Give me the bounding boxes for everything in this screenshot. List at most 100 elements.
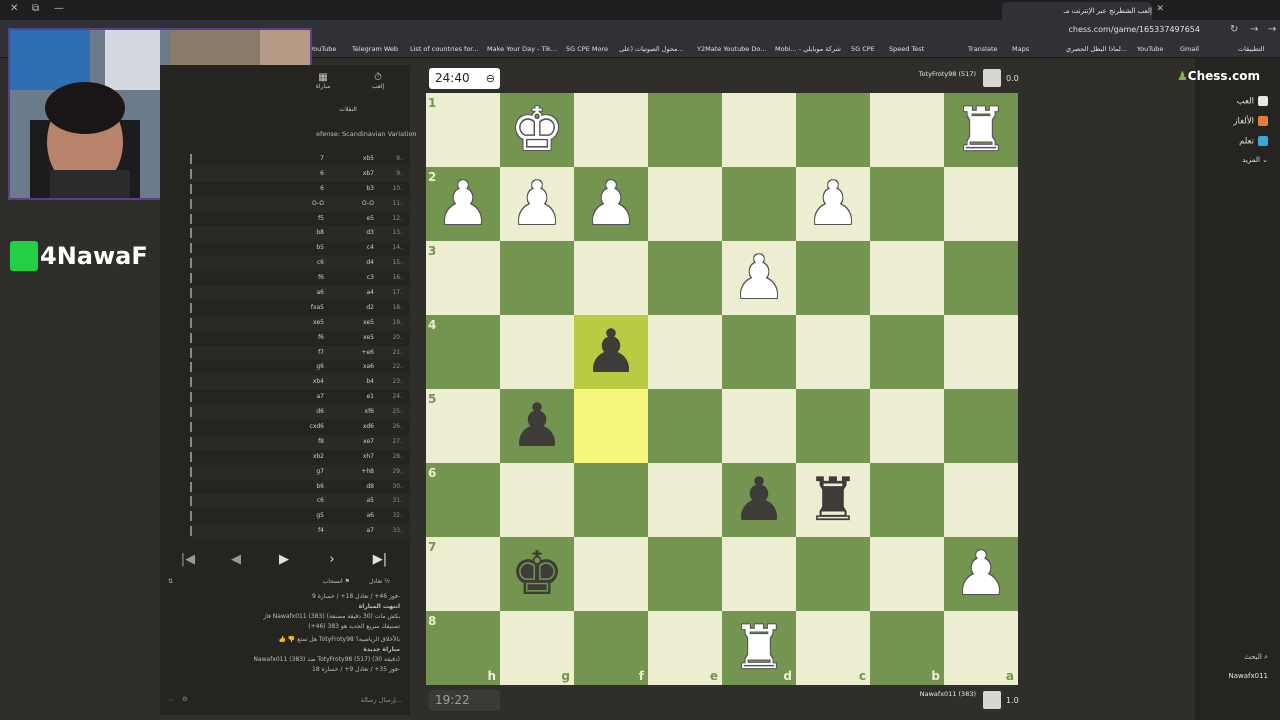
white-move[interactable]: xb7 (363, 170, 374, 177)
black-move[interactable]: b8 (316, 229, 324, 236)
prev-move-button[interactable]: ◀ (216, 552, 256, 567)
board-square[interactable] (574, 93, 648, 167)
white-move[interactable]: d2 (366, 304, 374, 311)
board-square[interactable] (944, 463, 1018, 537)
white-move[interactable]: xa6 (363, 363, 374, 370)
sidebar-search[interactable]: البحث ⌕ (1244, 653, 1268, 662)
white-rook-icon[interactable]: ♜ (722, 611, 796, 685)
board-square[interactable] (944, 315, 1018, 389)
forward-icon[interactable]: → (1250, 24, 1258, 35)
move-row[interactable]: 8. xb5 7 (190, 152, 410, 167)
board-square[interactable]: ♜ (796, 463, 870, 537)
sidebar-item-more[interactable]: المزيد ⌄ (1242, 156, 1268, 164)
board-square[interactable]: ♟ (944, 537, 1018, 611)
board-square[interactable] (796, 93, 870, 167)
tab-close-icon[interactable]: ✕ (1156, 4, 1164, 14)
board-square[interactable]: ♟ (500, 389, 574, 463)
white-pawn-icon[interactable]: ♟ (722, 241, 796, 315)
board-square[interactable]: 7 (426, 537, 500, 611)
bookmark-item[interactable]: Make Your Day - Tik... (487, 45, 557, 53)
chess-board[interactable]: 1 ♚ ♜ 2 ♟ ♟ ♟ ♟ 3 ♟ 4 ♟ 5 ♟ 6 ♟ ♜ 7 ♚ ♟ 8 h g f e d ♜ c b a (426, 93, 1018, 685)
board-square[interactable] (870, 167, 944, 241)
board-square[interactable]: e (648, 611, 722, 685)
player-name[interactable]: Nawafx011 (383) (920, 690, 976, 698)
white-move[interactable]: e1 (366, 393, 374, 400)
sidebar-user[interactable]: Nawafx011 (1228, 672, 1268, 680)
board-square[interactable] (500, 463, 574, 537)
white-move[interactable]: xe5 (363, 334, 374, 341)
move-row[interactable]: 16. c3 f6 (190, 271, 410, 286)
board-square[interactable] (648, 463, 722, 537)
move-row[interactable]: 18. d2 fxa5 (190, 301, 410, 316)
minimize-window-icon[interactable]: — (54, 3, 64, 14)
bookmark-item[interactable]: 5G CPE More (566, 45, 608, 53)
board-square[interactable] (500, 315, 574, 389)
bookmark-item[interactable]: محول الصوتيات (على... (619, 45, 684, 53)
move-row[interactable]: 31. a5 c6 (190, 494, 410, 510)
message-input[interactable]: ⋯ ⚙ إرسال رسالة... (160, 692, 410, 710)
opponent-avatar[interactable] (983, 69, 1001, 87)
board-square[interactable]: c (796, 611, 870, 685)
board-square[interactable] (796, 315, 870, 389)
black-move[interactable]: c6 (317, 259, 324, 266)
white-move[interactable]: +h8 (361, 468, 374, 475)
opponent-name[interactable]: TotyFroty98 (517) (919, 70, 976, 78)
move-row[interactable]: 27. xe7 f8 (190, 434, 410, 450)
black-pawn-icon[interactable]: ♟ (722, 463, 796, 537)
first-move-button[interactable]: |◀ (168, 552, 208, 567)
white-move[interactable]: b3 (366, 185, 374, 192)
back-icon[interactable]: → (1268, 24, 1276, 35)
board-square[interactable]: ♟ (722, 241, 796, 315)
play-button[interactable]: ▶ (264, 552, 304, 567)
board-square[interactable]: ♟ (722, 463, 796, 537)
board-square[interactable]: ♚ (500, 93, 574, 167)
move-row[interactable]: 23. b4 xb4 (190, 375, 410, 391)
white-move[interactable]: e5 (366, 215, 374, 222)
board-square[interactable] (722, 93, 796, 167)
board-square[interactable]: 6 (426, 463, 500, 537)
board-square[interactable] (648, 315, 722, 389)
black-pawn-icon[interactable]: ♟ (500, 389, 574, 463)
black-move[interactable]: f5 (318, 215, 324, 222)
bookmark-item[interactable]: لماذا البطل الحصري... (1066, 45, 1127, 53)
white-move[interactable]: a7 (367, 527, 375, 534)
board-square[interactable]: 8h (426, 611, 500, 685)
move-row[interactable]: 17. a4 a6 (190, 286, 410, 301)
board-square[interactable] (574, 537, 648, 611)
white-pawn-icon[interactable]: ♟ (426, 167, 500, 241)
black-move[interactable]: 6 (320, 170, 324, 177)
move-row[interactable]: 29. +h8 g7 (190, 464, 410, 480)
black-move[interactable]: b5 (316, 244, 324, 251)
move-row[interactable]: 26. xd6 cxd6 (190, 420, 410, 435)
board-square[interactable]: 1 (426, 93, 500, 167)
white-move[interactable]: xf6 (365, 408, 374, 415)
board-square[interactable] (500, 241, 574, 315)
board-square[interactable]: ♟ (500, 167, 574, 241)
move-row[interactable]: 20. xe5 f6 (190, 331, 410, 346)
draw-button[interactable]: تعادل ½ (369, 578, 390, 585)
black-move[interactable]: c6 (317, 497, 324, 504)
black-move[interactable]: f7 (318, 349, 324, 356)
black-pawn-icon[interactable]: ♟ (574, 315, 648, 389)
board-square[interactable] (870, 93, 944, 167)
sidebar-item-play[interactable]: العب (1237, 96, 1268, 107)
white-move[interactable]: b4 (366, 378, 374, 385)
restore-window-icon[interactable]: ⧉ (32, 3, 39, 14)
browser-tab[interactable]: إلعب الشطرنج عبر الإنترنت مـ (1002, 2, 1152, 20)
bookmark-item[interactable]: Mobi... - شركة موبايلي (775, 45, 841, 53)
white-move[interactable]: xh7 (363, 453, 374, 460)
move-row[interactable]: 28. xh7 xb2 (190, 450, 410, 465)
white-pawn-icon[interactable]: ♟ (796, 167, 870, 241)
black-king-icon[interactable]: ♚ (500, 537, 574, 611)
board-square[interactable] (944, 241, 1018, 315)
bookmark-item[interactable]: YouTube (1137, 45, 1163, 53)
thumbs-down-icon[interactable]: 👎 (288, 636, 295, 643)
board-square[interactable] (870, 241, 944, 315)
bookmark-item[interactable]: Translate (968, 45, 998, 53)
move-row[interactable]: 10. b3 6 (190, 182, 410, 197)
new-game-link[interactable]: مباراة جديدة (160, 646, 400, 653)
white-move[interactable]: a4 (367, 289, 375, 296)
thumbs-up-icon[interactable]: 👍 (278, 636, 285, 643)
bookmark-item[interactable]: List of countries for... (410, 45, 479, 53)
board-square[interactable] (870, 537, 944, 611)
